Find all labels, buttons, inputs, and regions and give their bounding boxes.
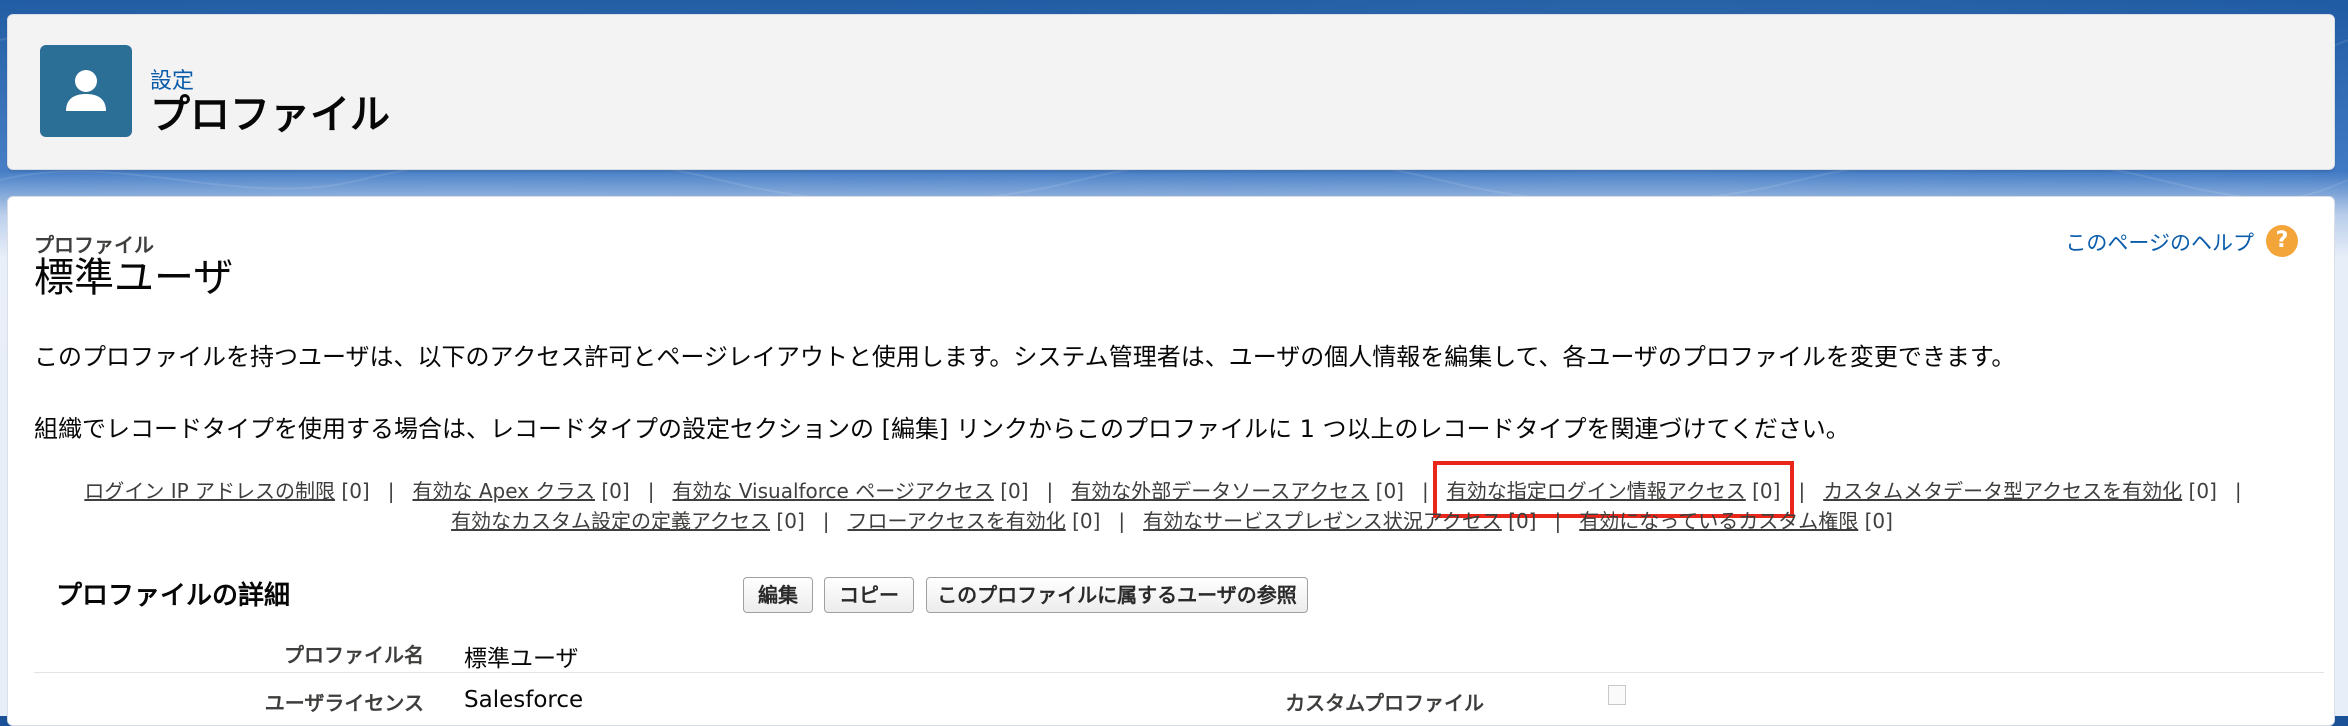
profile-content: プロファイル 標準ユーザ このページのヘルプ ? このプロファイルを持つユーザは… [7, 196, 2335, 726]
page-header: 設定 プロファイル [7, 14, 2335, 170]
separator: | [647, 479, 655, 503]
link-count: [0] [1864, 509, 1893, 533]
custom-profile-checkbox [1608, 685, 1626, 705]
link-custom-settings[interactable]: 有効なカスタム設定の定義アクセス [0] [451, 505, 805, 534]
related-links-row-2: 有効なカスタム設定の定義アクセス [0] | フローアクセスを有効化 [0] | 有効な… [8, 505, 2336, 534]
link-count: [0] [341, 479, 370, 503]
link-flow-access[interactable]: フローアクセスを有効化 [0] [848, 505, 1101, 534]
link-label[interactable]: 有効なカスタム設定の定義アクセス [451, 509, 770, 533]
detail-row-user-license: ユーザライセンス Salesforce カスタムプロファイル [34, 673, 2324, 721]
link-label[interactable]: カスタムメタデータ型アクセスを有効化 [1823, 479, 2182, 503]
description-line-2: 組織でレコードタイプを使用する場合は、レコードタイプの設定セクションの [編集]… [34, 415, 1850, 443]
view-users-button[interactable]: このプロファイルに属するユーザの参照 [926, 577, 1308, 613]
link-apex-classes[interactable]: 有効な Apex クラス [0] [413, 475, 630, 504]
link-count: [0] [2188, 479, 2217, 503]
link-label[interactable]: 有効な外部データソースアクセス [1071, 479, 1369, 503]
link-named-credentials-highlighted[interactable]: 有効な指定ログイン情報アクセス [0] [1432, 461, 1795, 518]
link-login-ip-ranges[interactable]: ログイン IP アドレスの制限 [0] [84, 475, 369, 504]
separator: | [1554, 509, 1562, 533]
link-label[interactable]: 有効な Visualforce ページアクセス [672, 479, 993, 503]
link-label[interactable]: フローアクセスを有効化 [848, 509, 1066, 533]
profile-name-value: 標準ユーザ [464, 646, 579, 672]
detail-row-profile-name: プロファイル名 標準ユーザ [34, 625, 2324, 673]
link-count: [0] [1375, 479, 1404, 503]
breadcrumb-setup-link[interactable]: 設定 [150, 63, 194, 95]
link-label[interactable]: 有効な Apex クラス [413, 479, 595, 503]
separator: | [1421, 479, 1429, 503]
copy-button[interactable]: コピー [824, 577, 914, 613]
profile-detail-section-title: プロファイルの詳細 [56, 581, 291, 611]
link-custom-metadata-types[interactable]: カスタムメタデータ型アクセスを有効化 [0] [1823, 475, 2217, 504]
separator: | [822, 509, 830, 533]
link-count: [0] [1508, 509, 1537, 533]
link-count: [0] [601, 479, 630, 503]
user-icon [40, 45, 132, 137]
separator: | [387, 479, 395, 503]
edit-button[interactable]: 編集 [743, 577, 813, 613]
link-label[interactable]: ログイン IP アドレスの制限 [84, 479, 335, 503]
separator: | [2234, 479, 2242, 503]
link-count: [0] [1000, 479, 1029, 503]
link-service-presence-statuses[interactable]: 有効なサービスプレゼンス状況アクセス [0] [1143, 505, 1536, 534]
link-count: [0] [1752, 479, 1781, 503]
help-icon[interactable]: ? [2266, 225, 2298, 257]
link-label[interactable]: 有効になっているカスタム権限 [1579, 509, 1858, 533]
link-count: [0] [1072, 509, 1101, 533]
help-link[interactable]: このページのヘルプ [2065, 227, 2254, 257]
profile-name-label: プロファイル名 [284, 643, 424, 667]
profile-name-heading: 標準ユーザ [34, 255, 234, 301]
user-license-label: ユーザライセンス [264, 691, 424, 715]
link-label[interactable]: 有効な指定ログイン情報アクセス [1447, 479, 1746, 503]
separator: | [1046, 479, 1054, 503]
related-links-row-1: ログイン IP アドレスの制限 [0] | 有効な Apex クラス [0] | 有効な… [8, 461, 2336, 518]
link-external-data-sources[interactable]: 有効な外部データソースアクセス [0] [1071, 475, 1404, 504]
link-label[interactable]: 有効なサービスプレゼンス状況アクセス [1143, 509, 1502, 533]
user-license-value: Salesforce [464, 687, 584, 713]
separator: | [1798, 479, 1806, 503]
description-line-1: このプロファイルを持つユーザは、以下のアクセス許可とページレイアウトと使用します… [34, 343, 2016, 371]
page-type-label: プロファイル [34, 233, 154, 257]
page-title: プロファイル [150, 92, 390, 138]
link-custom-permissions[interactable]: 有効になっているカスタム権限 [0] [1579, 505, 1893, 534]
link-count: [0] [776, 509, 805, 533]
link-visualforce-pages[interactable]: 有効な Visualforce ページアクセス [0] [672, 475, 1028, 504]
separator: | [1118, 509, 1126, 533]
custom-profile-label: カスタムプロファイル [1285, 691, 1484, 715]
